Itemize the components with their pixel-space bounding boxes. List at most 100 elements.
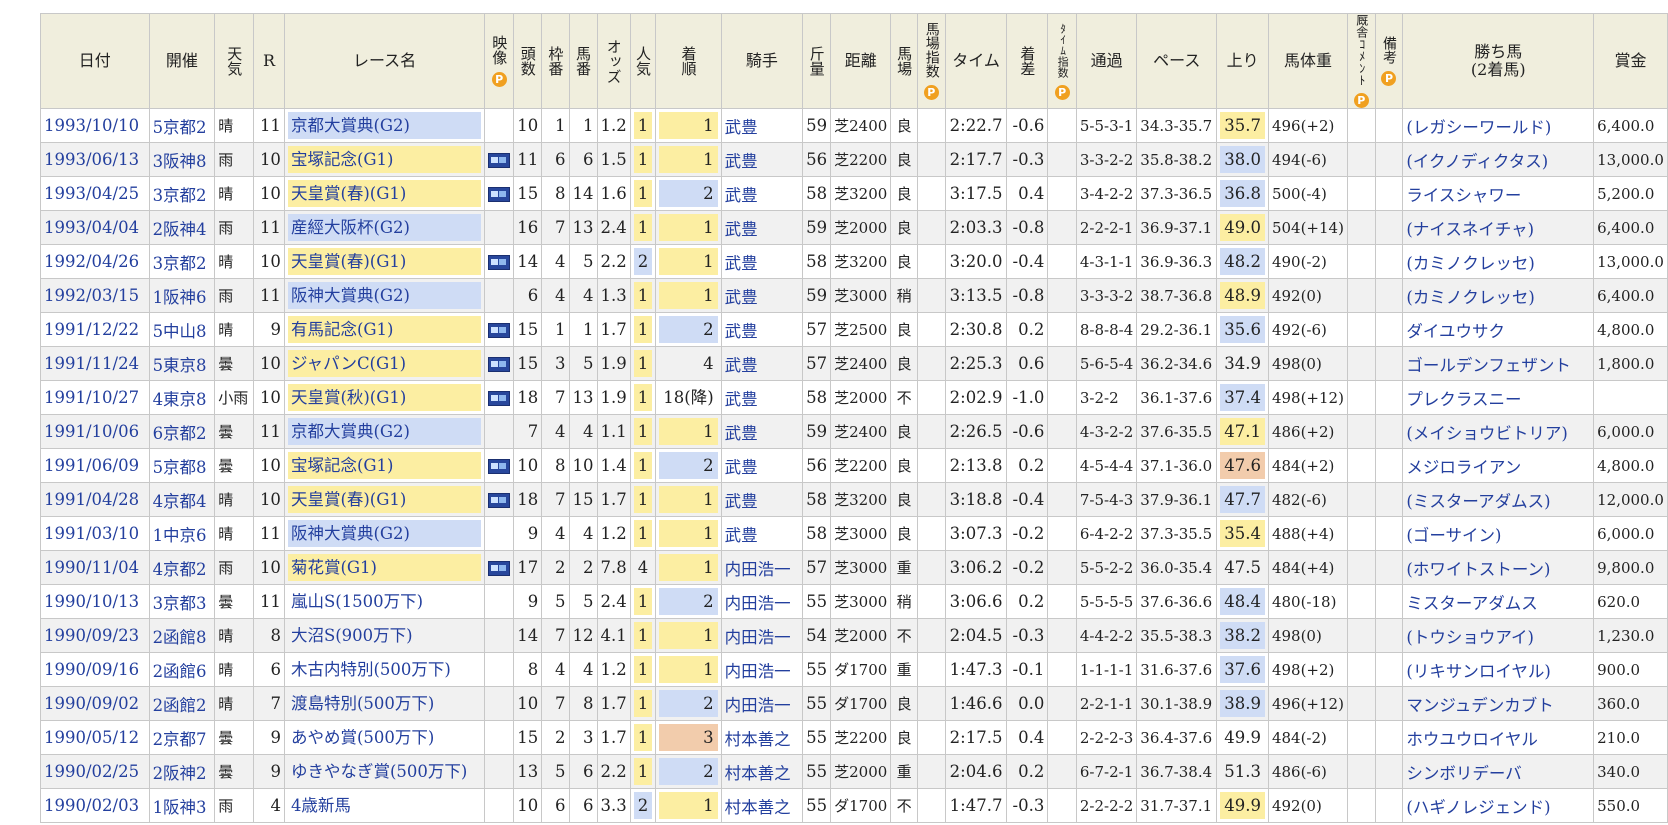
race-name-link[interactable]: 天皇賞(秋)(G1) xyxy=(287,384,482,411)
winner-link[interactable]: (メイショウビトリア) xyxy=(1402,414,1595,449)
race-name-link[interactable]: 有馬記念(G1) xyxy=(287,316,482,343)
header-pop[interactable]: 人気 xyxy=(629,13,657,109)
date-link[interactable]: 1993/06/13 xyxy=(40,142,150,177)
winner-link[interactable]: (カミノクレッセ) xyxy=(1402,278,1595,313)
race-name-link[interactable]: 渡島特別(500万下) xyxy=(288,690,481,717)
video-icon[interactable] xyxy=(488,357,511,372)
header-body-weight[interactable]: 馬体重 xyxy=(1267,13,1348,109)
race-name-link[interactable]: ゆきやなぎ賞(500万下) xyxy=(288,758,481,785)
video-icon[interactable] xyxy=(488,561,511,576)
date-link[interactable]: 1991/06/09 xyxy=(40,448,150,483)
race-name-link[interactable]: 産經大阪杯(G2) xyxy=(287,214,482,241)
winner-link[interactable]: (ゴーサイン) xyxy=(1402,516,1595,551)
jockey-link[interactable]: 武豊 xyxy=(720,278,804,313)
video-icon[interactable] xyxy=(488,493,511,508)
jockey-link[interactable]: 武豊 xyxy=(720,244,804,279)
header-gate[interactable]: 枠番 xyxy=(541,13,570,109)
date-link[interactable]: 1993/04/04 xyxy=(40,210,150,245)
winner-link[interactable]: (カミノクレッセ) xyxy=(1402,244,1595,279)
jockey-link[interactable]: 武豊 xyxy=(720,176,804,211)
date-link[interactable]: 1991/10/06 xyxy=(40,414,150,449)
header-race[interactable]: レース名 xyxy=(283,13,486,109)
venue-link[interactable]: 1阪神3 xyxy=(148,788,216,823)
winner-link[interactable]: ホウユウロイヤル xyxy=(1402,720,1595,755)
winner-link[interactable]: (ハギノレジェンド) xyxy=(1402,788,1595,823)
header-pace[interactable]: ペース xyxy=(1136,13,1218,109)
venue-link[interactable]: 2函館8 xyxy=(148,618,216,653)
p-badge-icon[interactable]: P xyxy=(1381,71,1397,86)
winner-link[interactable]: ミスターアダムス xyxy=(1402,584,1595,619)
venue-link[interactable]: 4京都4 xyxy=(148,482,216,517)
header-track-index[interactable]: 馬場指数 P xyxy=(916,13,946,109)
race-name-link[interactable]: 宝塚記念(G1) xyxy=(287,146,482,173)
header-margin[interactable]: 着差 xyxy=(1006,13,1049,109)
header-winner[interactable]: 勝ち馬 (2着馬) xyxy=(1402,13,1595,109)
header-prize[interactable]: 賞金 xyxy=(1593,13,1668,109)
video-icon[interactable] xyxy=(488,187,511,202)
jockey-link[interactable]: 村本善之 xyxy=(720,720,804,755)
jockey-link[interactable]: 武豊 xyxy=(720,516,804,551)
date-link[interactable]: 1990/09/02 xyxy=(40,686,150,721)
winner-link[interactable]: ゴールデンフェザント xyxy=(1402,346,1595,381)
video-icon[interactable] xyxy=(488,323,511,338)
header-stable-comment[interactable]: 厩舎ｺﾒﾝﾄ P xyxy=(1346,13,1376,109)
venue-link[interactable]: 1阪神6 xyxy=(148,278,216,313)
video-icon[interactable] xyxy=(488,391,511,406)
video-icon[interactable] xyxy=(488,459,511,474)
jockey-link[interactable]: 武豊 xyxy=(720,482,804,517)
jockey-link[interactable]: 村本善之 xyxy=(720,754,804,789)
jockey-link[interactable]: 武豊 xyxy=(720,346,804,381)
jockey-link[interactable]: 武豊 xyxy=(720,414,804,449)
venue-link[interactable]: 6京都2 xyxy=(148,414,216,449)
winner-link[interactable]: プレクラスニー xyxy=(1402,380,1595,415)
date-link[interactable]: 1990/09/23 xyxy=(40,618,150,653)
winner-link[interactable]: (リキサンロイヤル) xyxy=(1402,652,1595,687)
jockey-link[interactable]: 武豊 xyxy=(720,142,804,177)
header-venue[interactable]: 開催 xyxy=(148,13,216,109)
venue-link[interactable]: 4東京8 xyxy=(148,380,216,415)
header-last3f[interactable]: 上り xyxy=(1216,13,1269,109)
venue-link[interactable]: 5東京8 xyxy=(148,346,216,381)
date-link[interactable]: 1991/12/22 xyxy=(40,312,150,347)
venue-link[interactable]: 2阪神2 xyxy=(148,754,216,789)
header-video[interactable]: 映像 P xyxy=(484,13,515,109)
venue-link[interactable]: 3京都3 xyxy=(148,584,216,619)
header-distance[interactable]: 距離 xyxy=(830,13,892,109)
video-icon[interactable] xyxy=(488,255,511,270)
venue-link[interactable]: 2函館6 xyxy=(148,652,216,687)
header-weather[interactable]: 天気 xyxy=(214,13,255,109)
jockey-link[interactable]: 武豊 xyxy=(720,210,804,245)
jockey-link[interactable]: 武豊 xyxy=(720,448,804,483)
video-icon[interactable] xyxy=(488,153,511,168)
date-link[interactable]: 1991/03/10 xyxy=(40,516,150,551)
race-name-link[interactable]: 木古内特別(500万下) xyxy=(288,656,481,683)
winner-link[interactable]: (ホワイトストーン) xyxy=(1402,550,1595,585)
race-name-link[interactable]: 嵐山S(1500万下) xyxy=(288,588,481,615)
winner-link[interactable]: (ミスターアダムス) xyxy=(1402,482,1595,517)
winner-link[interactable]: (トウショウアイ) xyxy=(1402,618,1595,653)
date-link[interactable]: 1990/09/16 xyxy=(40,652,150,687)
venue-link[interactable]: 3阪神8 xyxy=(148,142,216,177)
winner-link[interactable]: シンボリデーバ xyxy=(1402,754,1595,789)
race-name-link[interactable]: 京都大賞典(G2) xyxy=(287,112,482,139)
date-link[interactable]: 1992/03/15 xyxy=(40,278,150,313)
venue-link[interactable]: 2函館2 xyxy=(148,686,216,721)
race-name-link[interactable]: 阪神大賞典(G2) xyxy=(287,282,482,309)
race-name-link[interactable]: 京都大賞典(G2) xyxy=(287,418,482,445)
date-link[interactable]: 1990/02/03 xyxy=(40,788,150,823)
race-name-link[interactable]: 宝塚記念(G1) xyxy=(287,452,482,479)
header-track[interactable]: 馬場 xyxy=(890,13,918,109)
header-date[interactable]: 日付 xyxy=(40,13,150,109)
venue-link[interactable]: 5京都8 xyxy=(148,448,216,483)
header-finish[interactable]: 着順 xyxy=(655,13,722,109)
winner-link[interactable]: (ナイスネイチャ) xyxy=(1402,210,1595,245)
jockey-link[interactable]: 村本善之 xyxy=(720,788,804,823)
venue-link[interactable]: 3京都2 xyxy=(148,244,216,279)
date-link[interactable]: 1991/10/27 xyxy=(40,380,150,415)
date-link[interactable]: 1993/04/25 xyxy=(40,176,150,211)
date-link[interactable]: 1990/11/04 xyxy=(40,550,150,585)
venue-link[interactable]: 2京都7 xyxy=(148,720,216,755)
winner-link[interactable]: ライスシャワー xyxy=(1402,176,1595,211)
jockey-link[interactable]: 内田浩一 xyxy=(720,618,804,653)
jockey-link[interactable]: 内田浩一 xyxy=(720,686,804,721)
